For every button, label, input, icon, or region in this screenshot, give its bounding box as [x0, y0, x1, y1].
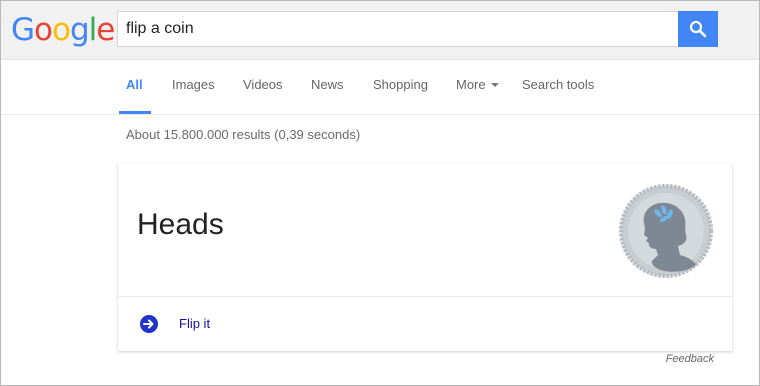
search-tabs: All Images Videos News Shopping More Sea…: [1, 59, 759, 115]
coin-flip-card: Heads Flip it: [118, 164, 732, 351]
feedback-link[interactable]: Feedback: [666, 353, 714, 365]
search-icon: [689, 20, 707, 38]
logo-letter: o: [52, 12, 71, 48]
tab-search-tools[interactable]: Search tools: [522, 59, 594, 114]
search-input[interactable]: [126, 12, 666, 46]
tab-more-label: More: [456, 77, 486, 92]
logo-letter: g: [69, 12, 90, 48]
caret-down-icon: [490, 82, 499, 87]
logo-letter: o: [34, 12, 53, 48]
tab-news[interactable]: News: [311, 59, 344, 114]
search-button[interactable]: [678, 11, 718, 47]
flip-it-button[interactable]: Flip it: [118, 297, 732, 351]
tab-more[interactable]: More: [456, 59, 499, 114]
tab-all[interactable]: All: [119, 59, 151, 114]
tab-images[interactable]: Images: [172, 59, 215, 114]
header: Google: [1, 1, 759, 60]
result-stats: About 15.800.000 results (0,39 seconds): [126, 127, 361, 142]
coin-heads-icon: [619, 184, 713, 278]
coin-result: Heads: [137, 208, 224, 241]
google-logo[interactable]: Google: [11, 12, 115, 48]
tab-videos[interactable]: Videos: [243, 59, 283, 114]
arrow-right-circle-icon: [140, 315, 158, 333]
search-box: [117, 11, 678, 47]
flip-it-label: Flip it: [179, 316, 211, 331]
logo-letter: e: [96, 12, 115, 48]
tab-shopping[interactable]: Shopping: [373, 59, 428, 114]
logo-letter: G: [11, 12, 35, 48]
